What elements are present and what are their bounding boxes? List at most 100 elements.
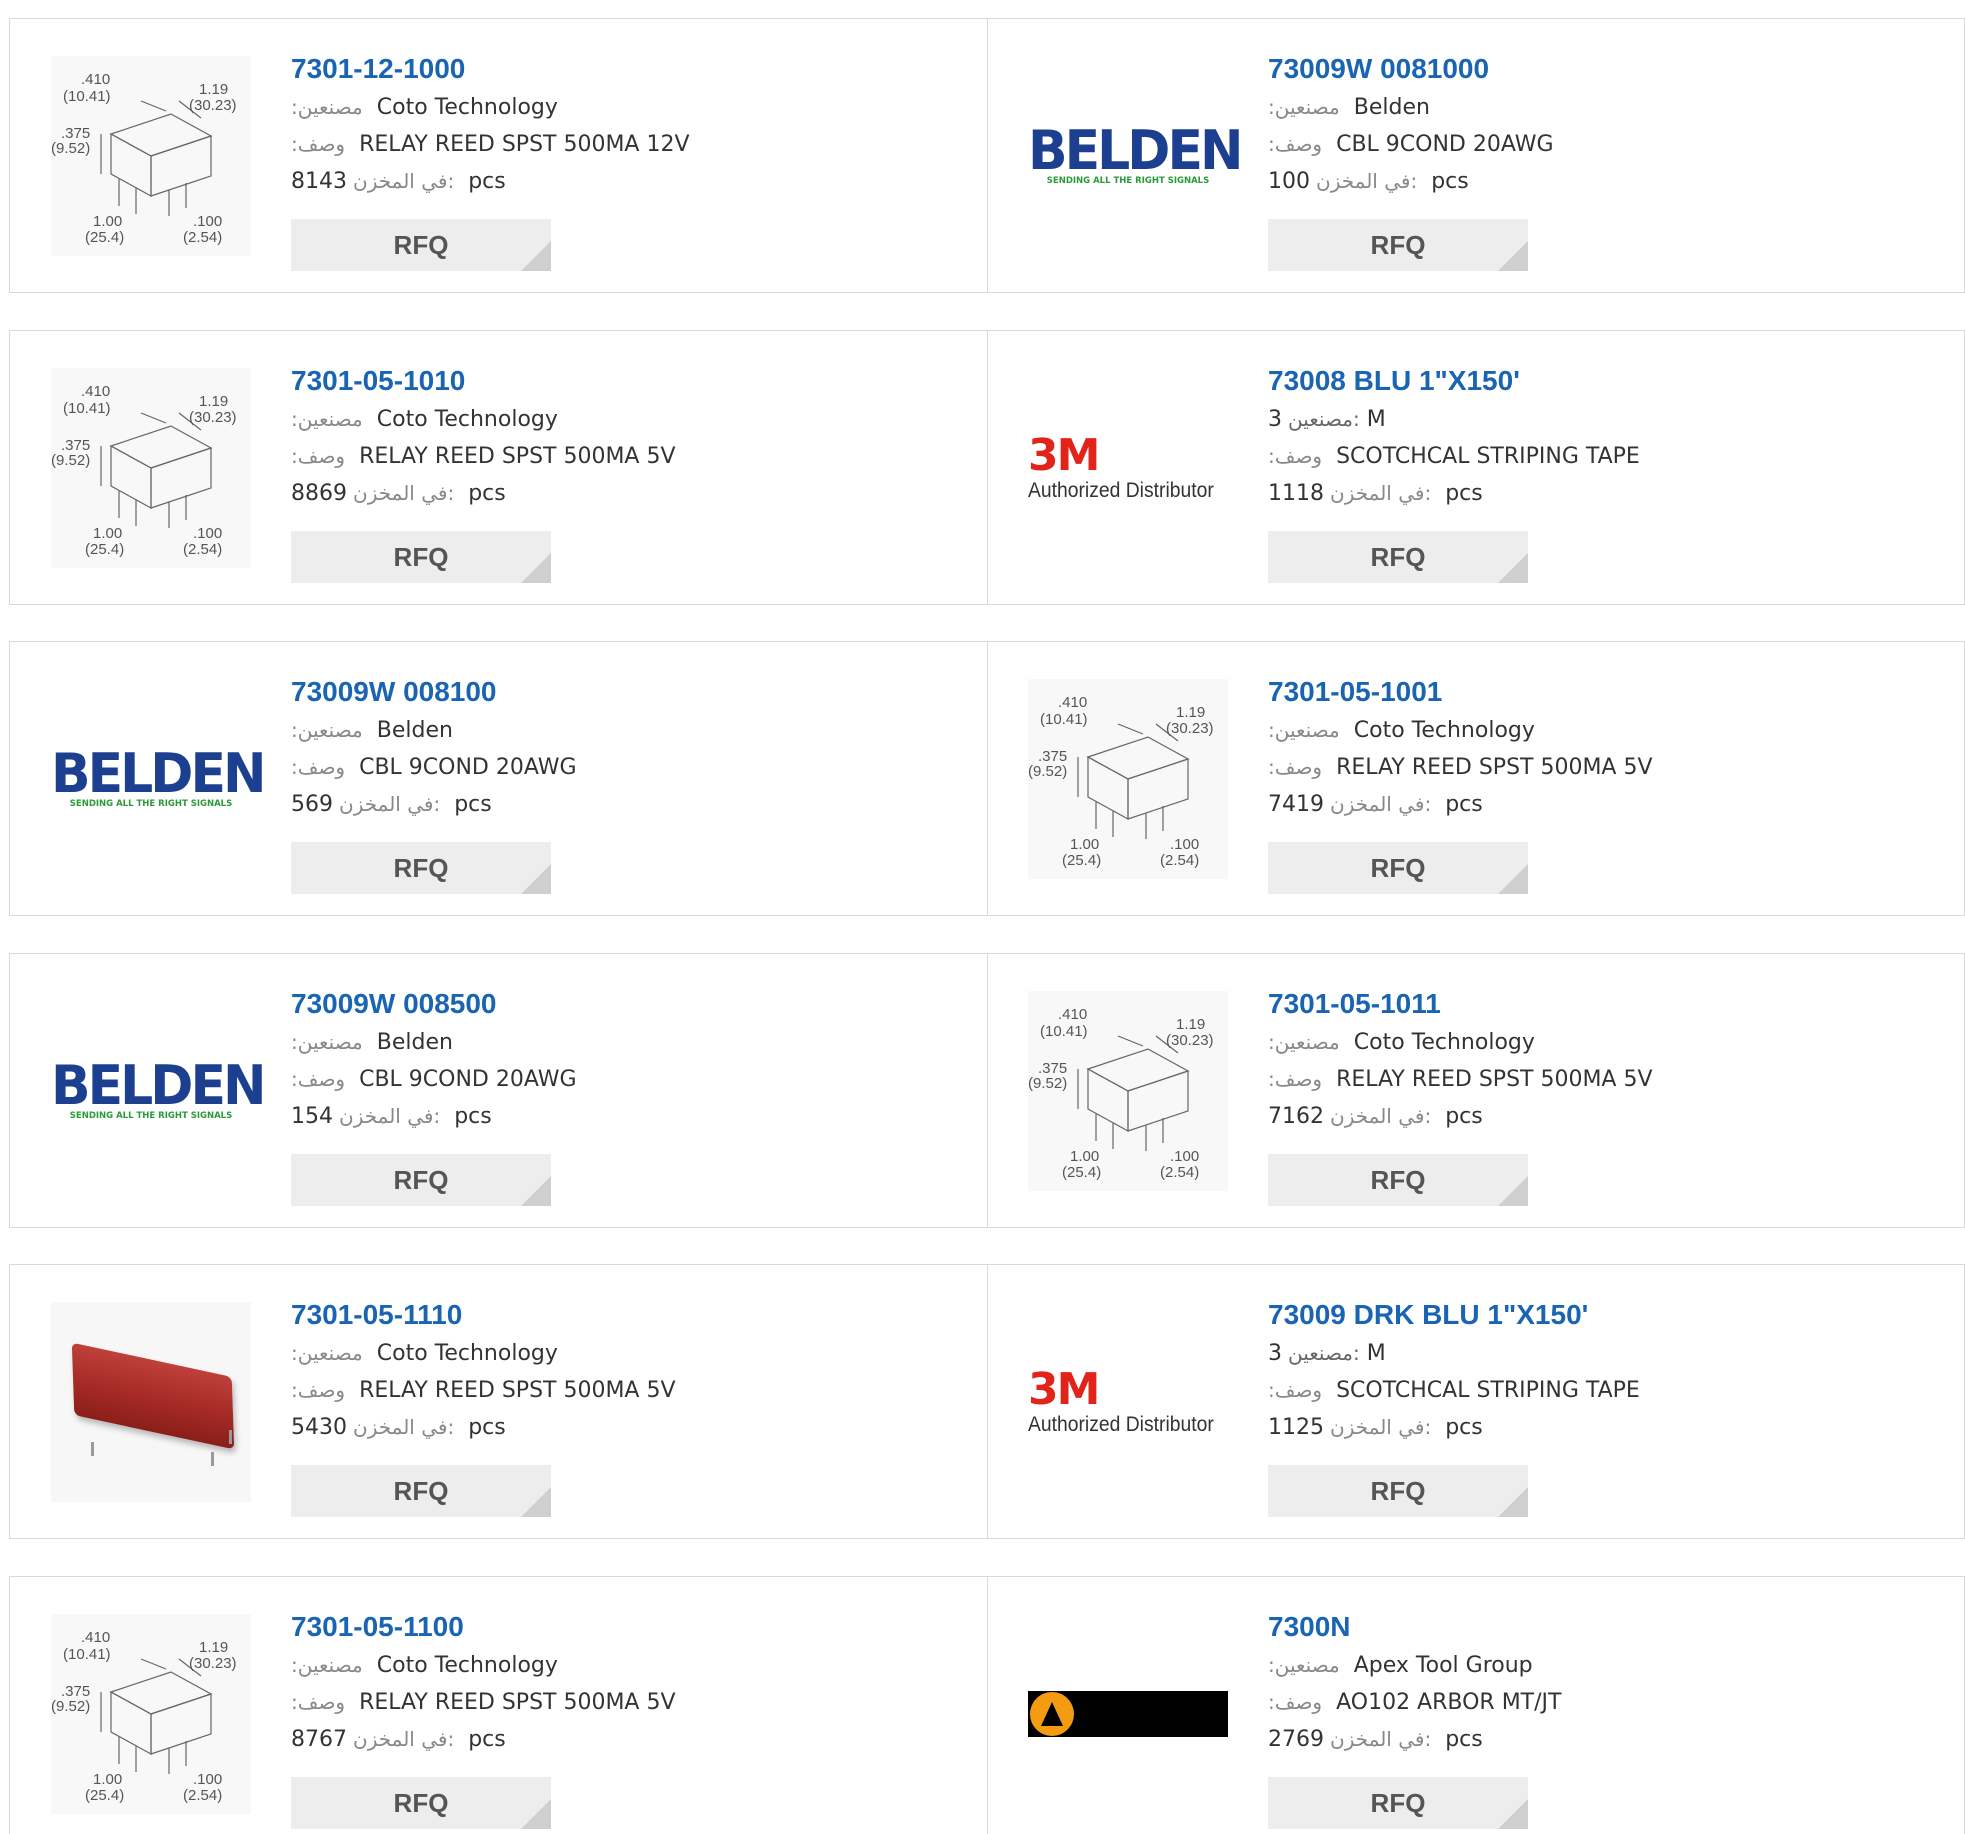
stock-line: 2769 في المخزن: pcs (1268, 1721, 1928, 1758)
description-line: :وصف SCOTCHCAL STRIPING TAPE (1268, 438, 1928, 475)
part-number-link[interactable]: 7300N (1268, 1607, 1928, 1647)
dim-c-mm: (9.52) (51, 452, 90, 469)
description-line: :وصف RELAY REED SPST 500MA 5V (1268, 1061, 1928, 1098)
dim-b: 1.19 (199, 81, 228, 98)
belden-logo-word: BELDEN (1028, 119, 1244, 183)
product-info: 7300N:مصنعين Apex Tool Group:وصف AO102 A… (1268, 1607, 1928, 1758)
product-thumbnail[interactable]: BELDEN SENDING ALL THE RIGHT SIGNALS (51, 991, 267, 1191)
description-value: RELAY REED SPST 500MA 5V (1336, 1067, 1653, 1092)
product-thumbnail[interactable]: .410 (10.41) 1.19 (30.23) .375 (9.52) 1.… (51, 1614, 251, 1814)
rfq-button[interactable]: RFQ (291, 1465, 551, 1517)
stock-label: في المخزن: (1330, 1415, 1432, 1439)
product-thumbnail[interactable] (51, 1302, 251, 1502)
description-value: RELAY REED SPST 500MA 5V (359, 1690, 676, 1715)
dim-d: 1.00 (93, 525, 122, 542)
rfq-button[interactable]: RFQ (291, 219, 551, 271)
product-thumbnail[interactable]: .410 (10.41) 1.19 (30.23) .375 (9.52) 1.… (1028, 679, 1228, 879)
relay-pin (91, 1442, 94, 1456)
product-thumbnail[interactable]: 3M Authorized Distributor (1028, 1302, 1228, 1502)
description-line: :وصف SCOTCHCAL STRIPING TAPE (1268, 1372, 1928, 1409)
description-line: :وصف RELAY REED SPST 500MA 5V (291, 1684, 951, 1721)
stock-value: 100 (1268, 169, 1310, 194)
product-info: 7301-05-1100:مصنعين Coto Technology:وصف … (291, 1607, 951, 1758)
product-info: 73009W 008500:مصنعين Belden:وصف CBL 9CON… (291, 984, 951, 1135)
part-number-link[interactable]: 73009W 008100 (291, 672, 951, 712)
rfq-button[interactable]: RFQ (1268, 1777, 1528, 1829)
dim-a-mm: (10.41) (1040, 711, 1088, 728)
dim-e-mm: (2.54) (183, 1787, 222, 1804)
part-number-link[interactable]: 73009W 0081000 (1268, 49, 1928, 89)
rfq-button[interactable]: RFQ (1268, 1465, 1528, 1517)
stock-line: 100 في المخزن: pcs (1268, 163, 1928, 200)
dim-e: .100 (193, 1771, 222, 1788)
stock-label: في المخزن: (339, 792, 441, 816)
manufacturer-label: :مصنعين (291, 407, 363, 431)
stock-value: 7419 (1268, 792, 1324, 817)
product-thumbnail[interactable]: .410 (10.41) 1.19 (30.23) .375 (9.52) 1.… (51, 368, 251, 568)
rfq-button[interactable]: RFQ (291, 531, 551, 583)
product-info: 7301-05-1001:مصنعين Coto Technology:وصف … (1268, 672, 1928, 823)
part-number-link[interactable]: 7301-05-1100 (291, 1607, 951, 1647)
stock-value: 7162 (1268, 1104, 1324, 1129)
manufacturer-label: :مصنعين (1268, 1653, 1340, 1677)
manufacturer-value: Belden (1353, 95, 1430, 120)
dim-b-mm: (30.23) (189, 1655, 237, 1672)
stock-unit: pcs (1445, 1104, 1483, 1129)
dim-d-mm: (25.4) (1062, 852, 1101, 869)
stock-value: 8869 (291, 481, 347, 506)
part-number-link[interactable]: 7301-05-1011 (1268, 984, 1928, 1024)
stock-unit: pcs (1431, 169, 1469, 194)
relay-pin (211, 1452, 214, 1466)
description-line: :وصف CBL 9COND 20AWG (291, 1061, 951, 1098)
product-thumbnail[interactable] (1028, 1614, 1228, 1814)
rfq-corner-decoration (521, 241, 551, 271)
manufacturer-line: :مصنعين Coto Technology (1268, 1024, 1928, 1061)
dim-b: 1.19 (1176, 1016, 1205, 1033)
stock-line: 7419 في المخزن: pcs (1268, 786, 1928, 823)
product-row: .410 (10.41) 1.19 (30.23) .375 (9.52) 1.… (9, 18, 1965, 293)
manufacturer-value: Coto Technology (1353, 718, 1535, 743)
dim-e-mm: (2.54) (183, 229, 222, 246)
apex-logo (1028, 1691, 1228, 1737)
part-number-link[interactable]: 73009W 008500 (291, 984, 951, 1024)
part-number-link[interactable]: 73009 DRK BLU 1"X150' (1268, 1295, 1928, 1335)
description-label: :وصف (291, 132, 346, 156)
part-number-link[interactable]: 7301-12-1000 (291, 49, 951, 89)
product-thumbnail[interactable]: BELDEN SENDING ALL THE RIGHT SIGNALS (1028, 56, 1244, 256)
part-number-link[interactable]: 7301-05-1010 (291, 361, 951, 401)
product-thumbnail[interactable]: BELDEN SENDING ALL THE RIGHT SIGNALS (51, 679, 267, 879)
stock-value: 569 (291, 792, 333, 817)
description-value: SCOTCHCAL STRIPING TAPE (1336, 1378, 1640, 1403)
dim-e: .100 (193, 525, 222, 542)
dim-e-mm: (2.54) (1160, 852, 1199, 869)
rfq-button[interactable]: RFQ (1268, 531, 1528, 583)
rfq-corner-decoration (1498, 1487, 1528, 1517)
stock-label: في المخزن: (353, 1415, 455, 1439)
part-number-link[interactable]: 7301-05-1001 (1268, 672, 1928, 712)
product-info: 7301-05-1010:مصنعين Coto Technology:وصف … (291, 361, 951, 512)
rfq-button[interactable]: RFQ (1268, 219, 1528, 271)
part-number-link[interactable]: 7301-05-1110 (291, 1295, 951, 1335)
manufacturer-value: Coto Technology (1353, 1030, 1535, 1055)
rfq-button[interactable]: RFQ (291, 1777, 551, 1829)
stock-line: 154 في المخزن: pcs (291, 1098, 951, 1135)
rfq-button[interactable]: RFQ (291, 842, 551, 894)
stock-label: في المخزن: (353, 1727, 455, 1751)
product-thumbnail[interactable]: .410 (10.41) 1.19 (30.23) .375 (9.52) 1.… (1028, 991, 1228, 1191)
rfq-corner-decoration (1498, 864, 1528, 894)
relay-diagram-icon: .410 (10.41) 1.19 (30.23) .375 (9.52) 1.… (1028, 991, 1228, 1191)
rfq-button[interactable]: RFQ (291, 1154, 551, 1206)
rfq-button[interactable]: RFQ (1268, 842, 1528, 894)
product-thumbnail[interactable]: 3M Authorized Distributor (1028, 368, 1228, 568)
description-label: :وصف (1268, 444, 1323, 468)
rfq-button[interactable]: RFQ (1268, 1154, 1528, 1206)
product-thumbnail[interactable]: .410 (10.41) 1.19 (30.23) .375 (9.52) 1.… (51, 56, 251, 256)
dim-a: .410 (81, 383, 110, 400)
apex-chevron-icon (1030, 1692, 1074, 1736)
product-card: BELDEN SENDING ALL THE RIGHT SIGNALS 73009… (10, 954, 987, 1227)
stock-label: في المخزن: (339, 1104, 441, 1128)
part-number-link[interactable]: 73008 BLU 1"X150' (1268, 361, 1928, 401)
manufacturer-line: :مصنعين Coto Technology (291, 89, 951, 126)
dim-e-mm: (2.54) (183, 541, 222, 558)
product-card: BELDEN SENDING ALL THE RIGHT SIGNALS 73009… (10, 642, 987, 915)
